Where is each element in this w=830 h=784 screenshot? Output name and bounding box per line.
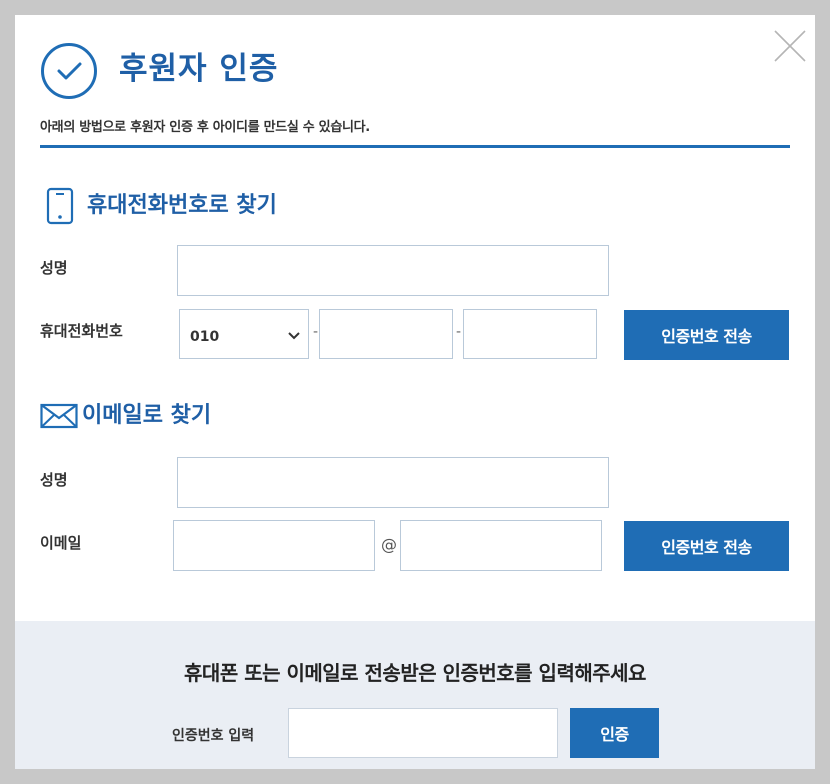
phone-name-input[interactable] [178, 246, 608, 295]
email-label: 이메일 [40, 534, 82, 552]
verification-modal: 후원자 인증 아래의 방법으로 후원자 인증 후 아이디를 만드실 수 있습니다… [15, 15, 815, 769]
code-field[interactable] [288, 708, 558, 758]
email-name-input[interactable] [178, 458, 608, 507]
phone-last-field[interactable] [463, 309, 597, 359]
phone-name-field[interactable] [177, 245, 609, 296]
check-circle-icon [40, 42, 98, 100]
code-input[interactable] [289, 709, 557, 757]
verify-message: 휴대폰 또는 이메일로 전송받은 인증번호를 입력해주세요 [184, 661, 646, 685]
email-user-input[interactable] [174, 521, 374, 570]
email-section-title: 이메일로 찾기 [82, 403, 212, 428]
phone-middle-input[interactable] [320, 310, 452, 358]
phone-section-title: 휴대전화번호로 찾기 [87, 193, 277, 218]
email-section-header: 이메일로 찾기 [40, 401, 211, 431]
phone-prefix-select[interactable]: 010 [179, 309, 309, 359]
email-user-field[interactable] [173, 520, 375, 571]
email-domain-input[interactable] [401, 521, 601, 570]
phone-last-input[interactable] [464, 310, 596, 358]
mail-icon [40, 402, 78, 430]
email-at-sign: @ [381, 535, 397, 554]
phone-prefix-value: 010 [190, 329, 220, 345]
phone-number-label: 휴대전화번호 [40, 322, 123, 340]
phone-middle-field[interactable] [319, 309, 453, 359]
email-name-label: 성명 [40, 471, 68, 489]
chevron-down-icon [288, 325, 300, 344]
phone-section-header: 휴대전화번호로 찾기 [45, 187, 277, 225]
email-name-field[interactable] [177, 457, 609, 508]
phone-name-label: 성명 [40, 259, 68, 277]
verify-panel: 휴대폰 또는 이메일로 전송받은 인증번호를 입력해주세요 인증번호 입력 인증 [15, 621, 815, 769]
smartphone-icon [45, 187, 75, 225]
close-icon[interactable] [773, 29, 807, 63]
description-text: 아래의 방법으로 후원자 인증 후 아이디를 만드실 수 있습니다. [40, 120, 370, 135]
phone-separator-2: - [456, 324, 462, 340]
email-send-code-button[interactable]: 인증번호 전송 [624, 521, 789, 571]
phone-separator-1: - [313, 324, 319, 340]
code-input-label: 인증번호 입력 [172, 728, 255, 744]
email-domain-field[interactable] [400, 520, 602, 571]
title-divider [40, 145, 790, 148]
confirm-button[interactable]: 인증 [570, 708, 659, 758]
page-title: 후원자 인증 [119, 51, 279, 87]
phone-send-code-button[interactable]: 인증번호 전송 [624, 310, 789, 360]
